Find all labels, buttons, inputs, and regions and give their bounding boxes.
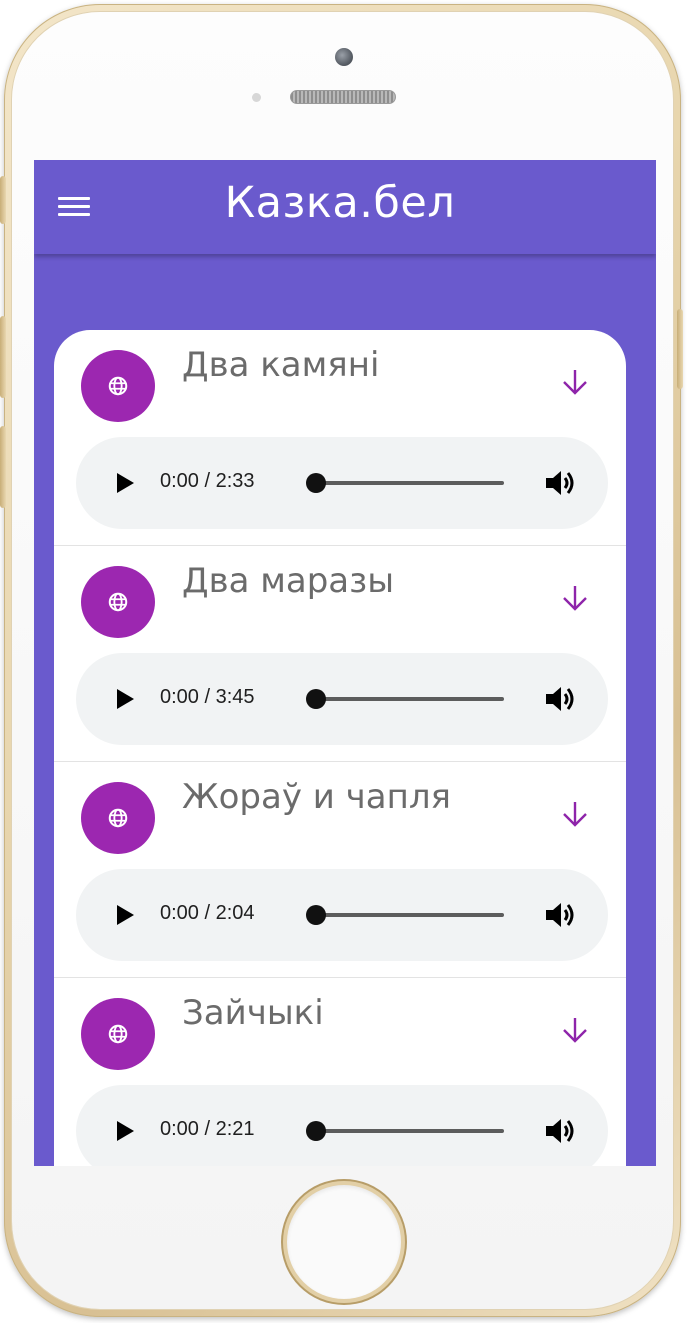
mute-switch [0,176,6,224]
volume-icon[interactable] [545,468,577,498]
globe-icon [81,782,155,854]
time-display: 0:00 / 2:04 [160,902,255,924]
slider-thumb[interactable] [306,689,326,709]
arrow-down-icon[interactable] [559,582,591,614]
slider-thumb[interactable] [306,473,326,493]
story-title: Зайчыкі [182,993,324,1033]
arrow-down-icon[interactable] [559,798,591,830]
front-camera [335,48,353,66]
volume-icon[interactable] [545,900,577,930]
progress-slider[interactable] [306,473,504,493]
progress-slider[interactable] [306,1121,504,1141]
volume-up-button [0,316,6,398]
app-screen: Казка.бел Два камяні 0:00 / 2:33 Два мар… [34,160,656,1166]
globe-icon [81,566,155,638]
story-title: Два камяні [182,345,380,385]
volume-down-button [0,426,6,508]
slider-thumb[interactable] [306,905,326,925]
audio-player: 0:00 / 2:21 [76,1085,608,1166]
audio-player: 0:00 / 3:45 [76,653,608,745]
proximity-sensor [252,93,261,102]
story-title: Жораў и чапля [182,777,452,817]
globe-icon [81,350,155,422]
arrow-down-icon[interactable] [559,366,591,398]
play-icon[interactable] [115,1120,135,1142]
progress-slider[interactable] [306,689,504,709]
power-button [677,309,683,389]
play-icon[interactable] [115,688,135,710]
time-display: 0:00 / 3:45 [160,686,255,708]
globe-icon [81,998,155,1070]
app-bar: Казка.бел [34,160,656,254]
time-display: 0:00 / 2:21 [160,1118,255,1140]
volume-icon[interactable] [545,1116,577,1146]
home-button[interactable] [287,1185,401,1299]
audio-player: 0:00 / 2:04 [76,869,608,961]
app-title: Казка.бел [224,178,456,228]
story-item: Зайчыкі 0:00 / 2:21 [54,978,626,1166]
volume-icon[interactable] [545,684,577,714]
play-icon[interactable] [115,904,135,926]
slider-thumb[interactable] [306,1121,326,1141]
story-title: Два маразы [182,561,395,601]
arrow-down-icon[interactable] [559,1014,591,1046]
play-icon[interactable] [115,472,135,494]
progress-slider[interactable] [306,905,504,925]
time-display: 0:00 / 2:33 [160,470,255,492]
story-item: Два камяні 0:00 / 2:33 [54,330,626,546]
audio-player: 0:00 / 2:33 [76,437,608,529]
story-item: Два маразы 0:00 / 3:45 [54,546,626,762]
story-item: Жораў и чапля 0:00 / 2:04 [54,762,626,978]
story-list: Два камяні 0:00 / 2:33 Два маразы 0:00 /… [54,330,626,1166]
earpiece-speaker [290,90,396,104]
